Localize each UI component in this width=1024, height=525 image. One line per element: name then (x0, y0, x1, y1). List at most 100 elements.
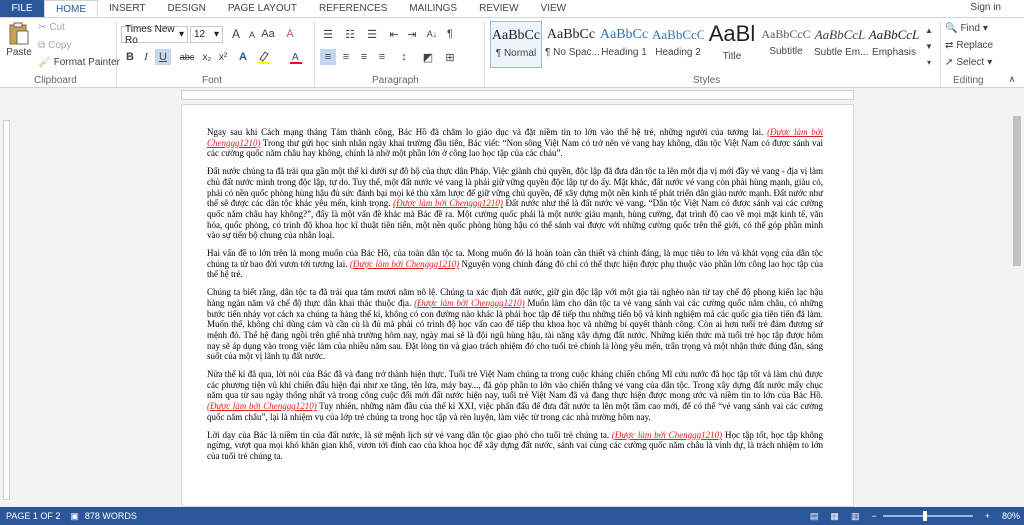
style-preview: AaBl (708, 21, 756, 46)
align-center-icon[interactable]: ≡ (338, 49, 354, 65)
multilevel-list-icon[interactable]: ☰ (364, 26, 380, 42)
change-case-icon[interactable]: Aa (260, 26, 276, 42)
page-count[interactable]: PAGE 1 OF 2 (6, 511, 60, 521)
cursor-icon: ➚ (945, 57, 954, 68)
style-emphasis[interactable]: AaBbCcL Emphasis (868, 21, 920, 68)
text-effects-icon[interactable]: A (235, 49, 251, 65)
print-layout-icon[interactable]: ▦ (830, 511, 839, 522)
bold-button[interactable]: B (122, 49, 138, 65)
zoom-in-icon[interactable]: + (985, 511, 990, 521)
style-heading-1[interactable]: AaBbCc Heading 1 (598, 21, 650, 68)
proofing-icon[interactable]: ▣ (70, 511, 79, 522)
ruler-track (181, 90, 854, 100)
style-no-spacing[interactable]: AaBbCc ¶ No Spac... (545, 21, 600, 68)
styles-more-icon[interactable]: ▾ (921, 54, 937, 70)
tab-mailings[interactable]: MAILINGS (398, 0, 468, 17)
read-mode-icon[interactable]: ▤ (810, 511, 819, 522)
paragraph-group-label: Paragraph (372, 75, 419, 86)
vertical-ruler[interactable] (0, 102, 12, 507)
select-button[interactable]: ➚ Select ▾ (945, 57, 992, 68)
editing-group-label: Editing (953, 75, 984, 86)
style-name: ¶ Normal (495, 48, 537, 59)
underline-button[interactable]: U (155, 49, 171, 65)
scrollbar-thumb[interactable] (1013, 116, 1021, 266)
shading-icon[interactable]: ◩ (420, 49, 436, 65)
vertical-scrollbar[interactable] (1010, 102, 1024, 507)
word-count[interactable]: 878 WORDS (85, 511, 137, 521)
shrink-font-icon[interactable]: A (244, 27, 260, 43)
style-normal[interactable]: AaBbCc ¶ Normal (490, 21, 542, 68)
document-page[interactable]: Ngay sau khi Cách mạng tháng Tám thành c… (181, 104, 854, 507)
copy-label: Copy (48, 40, 72, 51)
replace-icon: ⇄ (945, 40, 954, 51)
format-painter-button[interactable]: 🖌 Format Painter (38, 57, 120, 68)
paragraph-text: Trong thư gửi học sinh nhân ngày khai tr… (207, 137, 823, 159)
superscript-button[interactable]: x² (215, 49, 231, 65)
style-subtitle[interactable]: AaBbCcC Subtitle (760, 21, 812, 68)
zoom-slider[interactable] (882, 511, 973, 521)
zoom-out-icon[interactable]: − (871, 511, 876, 521)
style-preview: AaBbCc (599, 27, 649, 42)
replace-button[interactable]: ⇄ Replace (945, 40, 993, 51)
scissors-icon: ✂ (38, 22, 47, 33)
style-heading-2[interactable]: AaBbCcC Heading 2 (652, 21, 704, 68)
status-bar: PAGE 1 OF 2 ▣ 878 WORDS ▤ ▦ ▥ − + 80% (0, 507, 1024, 525)
paste-button[interactable]: Paste (6, 22, 32, 58)
clear-formatting-icon[interactable]: A (282, 26, 298, 42)
sort-icon[interactable]: A↓ (424, 26, 440, 42)
align-right-icon[interactable]: ≡ (356, 49, 372, 65)
styles-scroll-down-icon[interactable]: ▼ (921, 38, 937, 54)
tab-view[interactable]: VIEW (530, 0, 578, 17)
tab-references[interactable]: REFERENCES (308, 0, 398, 17)
styles-scroll-up-icon[interactable]: ▲ (921, 22, 937, 38)
find-button[interactable]: 🔍 Find ▾ (945, 23, 988, 34)
cut-button[interactable]: ✂ Cut (38, 22, 65, 33)
style-subtle-emphasis[interactable]: AaBbCcL Subtle Em... (814, 21, 868, 68)
justify-icon[interactable]: ≡ (374, 49, 390, 65)
italic-button[interactable]: I (138, 49, 154, 65)
show-marks-icon[interactable]: ¶ (442, 26, 458, 42)
tab-review[interactable]: REVIEW (468, 0, 529, 17)
font-size-combo[interactable]: 12 ▾ (190, 26, 223, 43)
zoom-slider-knob[interactable] (922, 511, 927, 521)
zoom-level[interactable]: 80% (1002, 511, 1020, 521)
chevron-down-icon: ▾ (982, 23, 988, 34)
horizontal-ruler[interactable] (0, 88, 1024, 102)
tab-insert[interactable]: INSERT (98, 0, 157, 17)
font-color-icon[interactable]: A (288, 49, 304, 65)
borders-icon[interactable]: ⊞ (442, 49, 458, 65)
clipboard-icon (9, 22, 29, 45)
svg-text:A: A (292, 52, 299, 63)
copy-button[interactable]: ⧉ Copy (38, 40, 72, 51)
font-size-value: 12 (194, 29, 206, 40)
chevron-down-icon: ▾ (987, 57, 993, 68)
document-body[interactable]: Ngay sau khi Cách mạng tháng Tám thành c… (207, 127, 823, 469)
increase-indent-icon[interactable]: ⇥ (404, 26, 420, 42)
strikethrough-button[interactable]: abc (179, 49, 195, 65)
author-note: (Được làm bởi Chenggg1210) (393, 198, 503, 209)
sign-in-link[interactable]: Sign in (970, 2, 1001, 13)
clipboard-group-label: Clipboard (34, 75, 77, 86)
tab-home[interactable]: HOME (44, 0, 98, 18)
line-spacing-icon[interactable]: ↕ (396, 49, 412, 65)
bullets-icon[interactable]: ☰ (320, 26, 336, 42)
numbering-icon[interactable]: ☷ (342, 26, 358, 42)
collapse-ribbon-icon[interactable]: ∧ (1004, 71, 1020, 87)
paragraph-text: Nửa thế kỉ đã qua, lời nói của Bác đã và… (207, 369, 823, 401)
grow-font-icon[interactable]: A (228, 26, 244, 42)
style-preview: AaBbCcL (868, 27, 920, 42)
style-title[interactable]: AaBl Title (706, 21, 758, 68)
subscript-button[interactable]: x₂ (199, 49, 215, 65)
paragraph: Hai vấn đề to lớn trên là mong muốn của … (207, 248, 823, 280)
align-left-icon[interactable]: ≡ (320, 49, 336, 65)
tab-file[interactable]: FILE (0, 0, 44, 17)
tab-design[interactable]: DESIGN (157, 0, 217, 17)
font-name-combo[interactable]: Times New Ro ▾ (121, 24, 188, 46)
decrease-indent-icon[interactable]: ⇤ (386, 26, 402, 42)
highlight-color-icon[interactable] (256, 49, 272, 65)
style-preview: AaBbCcC (761, 27, 811, 41)
web-layout-icon[interactable]: ▥ (851, 511, 860, 522)
tab-page-layout[interactable]: PAGE LAYOUT (217, 0, 308, 17)
replace-label: Replace (956, 40, 994, 51)
paragraph: Đất nước chúng ta đã trải qua gần một th… (207, 166, 823, 241)
